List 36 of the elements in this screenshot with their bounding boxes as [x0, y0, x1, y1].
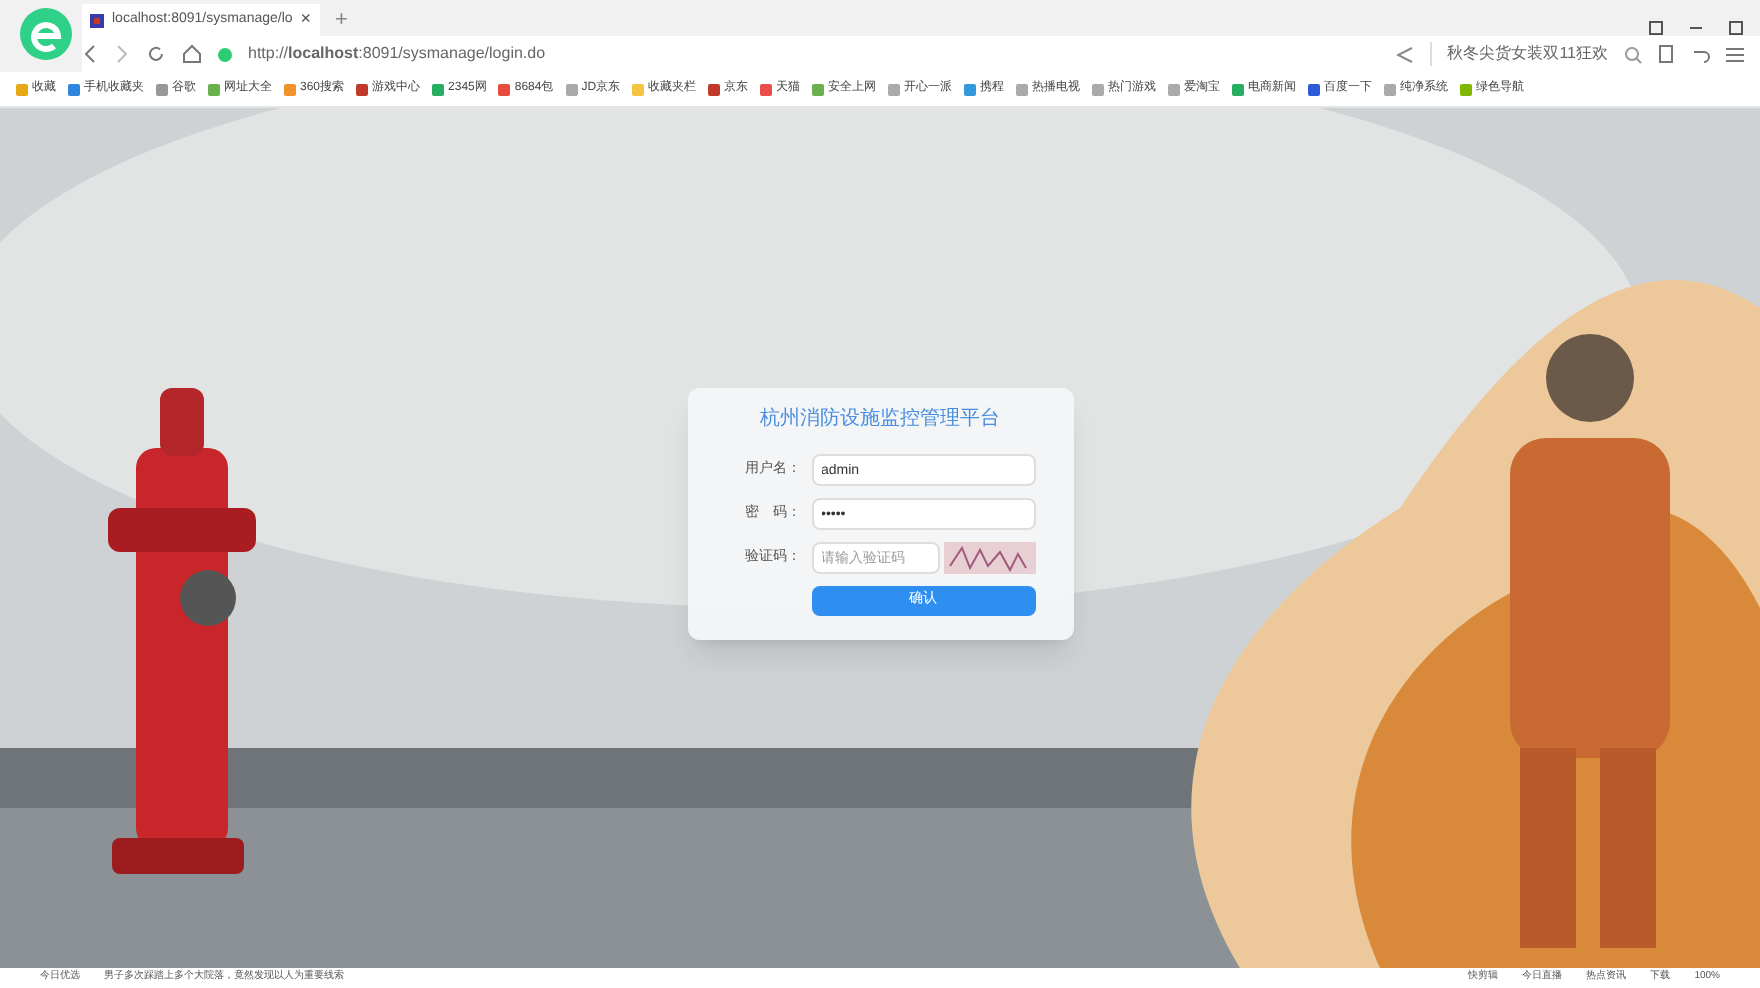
bookmark-icon [1016, 83, 1029, 95]
share-icon[interactable] [1395, 45, 1414, 63]
favicon-icon [90, 13, 104, 27]
bookmark-icon [1308, 83, 1321, 95]
bookmark-icon [1168, 83, 1181, 95]
bookmark-icon [632, 83, 645, 95]
secure-icon [218, 47, 232, 61]
bookmark-icon [1384, 83, 1397, 95]
bookmark-icon [156, 83, 168, 95]
bookmark-icon [208, 83, 220, 95]
back-icon[interactable] [82, 44, 98, 64]
close-icon[interactable]: × [300, 6, 312, 34]
refresh-icon[interactable] [146, 44, 166, 64]
bookmark-icon [68, 83, 80, 95]
bookmark-icon [812, 83, 825, 95]
bookmark-icon [708, 83, 721, 95]
bookmark-icon [356, 83, 369, 95]
bookmark-icon [1460, 83, 1473, 95]
url-text[interactable]: http://localhost:8091/sysmanage/login.do [248, 42, 546, 66]
restore-icon[interactable] [1728, 20, 1744, 36]
bookmark-icon [432, 83, 445, 95]
menu-icon[interactable] [1726, 45, 1744, 63]
bookmark-icon [888, 83, 901, 95]
captcha-image[interactable] [943, 542, 1035, 574]
bookmark-icon [1092, 83, 1105, 95]
bookmark-icon [16, 83, 28, 95]
bookmark-icon [760, 83, 773, 95]
bookmark-icon [964, 83, 977, 95]
bookmark-icon [1232, 83, 1245, 95]
login-title: 杭州消防设施监控管理平台 [760, 405, 1000, 434]
bookmark-icon [498, 83, 511, 95]
bookmark-icon [565, 83, 578, 95]
bookmark-icon [284, 83, 296, 95]
search-field[interactable]: 秋冬尖货女装双11狂欢 [1429, 42, 1608, 66]
search-icon[interactable] [1624, 45, 1642, 63]
home-icon[interactable] [182, 44, 202, 64]
